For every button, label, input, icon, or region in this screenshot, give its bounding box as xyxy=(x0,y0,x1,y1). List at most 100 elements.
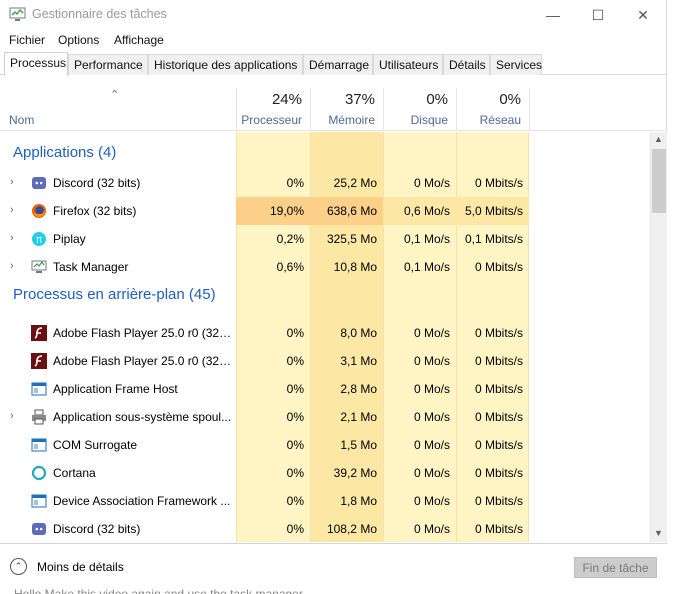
col-mem-header[interactable]: 37% Mémoire xyxy=(310,88,383,131)
tab-historique[interactable]: Historique des applications xyxy=(148,54,303,75)
process-name: Device Association Framework ... xyxy=(53,494,231,508)
menu-options[interactable]: Options xyxy=(58,33,99,47)
net-cell: 5,0 Mbits/s xyxy=(456,197,529,225)
cpu-label: Processeur xyxy=(241,113,302,127)
end-task-button[interactable]: Fin de tâche xyxy=(574,557,657,578)
net-cell: 0 Mbits/s xyxy=(474,326,523,340)
app-window-icon xyxy=(31,493,47,509)
less-details-button[interactable]: ⌃ Moins de détails xyxy=(10,558,124,575)
cpu-cell: 0,6% xyxy=(276,260,304,274)
table-row[interactable]: Application Frame Host 0% 2,8 Mo 0 Mo/s 0 Mb… xyxy=(0,375,650,403)
table-row[interactable]: Device Association Framework ... 0% 1,8 Mo… xyxy=(0,487,650,515)
col-disk-header[interactable]: 0% Disque xyxy=(383,88,456,131)
sort-up-icon: ⌃ xyxy=(110,89,120,101)
table-row[interactable]: › Task Manager 0,6% 10,8 Mo 0,1 Mo/s 0 Mbits/… xyxy=(0,253,650,281)
app-window-icon xyxy=(31,437,47,453)
app-window-icon xyxy=(31,381,47,397)
process-name: Cortana xyxy=(53,466,96,480)
close-icon: ✕ xyxy=(637,6,649,23)
net-cell: 0,1 Mbits/s xyxy=(464,232,523,246)
table-row[interactable]: Adobe Flash Player 25.0 r0 (32 b... 0% 3,1… xyxy=(0,347,650,375)
menu-fichier[interactable]: Fichier xyxy=(9,33,45,47)
chevron-right-icon[interactable]: › xyxy=(10,177,18,188)
disk-cell: 0,1 Mo/s xyxy=(403,232,450,246)
group-header-background[interactable]: Processus en arrière-plan (45) xyxy=(0,281,650,311)
scroll-down-icon[interactable]: ▼ xyxy=(654,528,663,538)
tab-processus[interactable]: Processus xyxy=(4,52,68,76)
table-row[interactable]: Adobe Flash Player 25.0 r0 (32 b... 0% 8,0… xyxy=(0,319,650,347)
group-header-apps[interactable]: Applications (4) xyxy=(0,139,650,169)
table-row[interactable]: › Discord (32 bits) 0% 25,2 Mo 0 Mo/s 0 Mbits… xyxy=(0,169,650,197)
chevron-up-circle-icon: ⌃ xyxy=(10,558,27,575)
mem-cell: 638,6 Mo xyxy=(310,197,383,225)
tab-details[interactable]: Détails xyxy=(443,54,490,75)
mem-cell: 1,5 Mo xyxy=(340,438,377,452)
close-button[interactable]: ✕ xyxy=(620,0,666,30)
minimize-icon: — xyxy=(546,7,560,23)
piplay-icon: π xyxy=(31,231,47,247)
mem-cell: 2,1 Mo xyxy=(340,410,377,424)
task-manager-icon xyxy=(9,7,26,21)
group-title-apps: Applications (4) xyxy=(13,144,117,161)
column-header: ⌃ Nom 24% Processeur 37% Mémoire 0% Disq… xyxy=(0,88,667,131)
tab-bar: Processus Performance Historique des app… xyxy=(0,52,667,76)
table-row[interactable]: › π Piplay 0,2% 325,5 Mo 0,1 Mo/s 0,1 Mbits/s xyxy=(0,225,650,253)
cpu-cell: 0% xyxy=(286,466,304,480)
col-divider xyxy=(529,88,530,131)
col-cpu-header[interactable]: 24% Processeur xyxy=(236,88,310,131)
mem-cell: 39,2 Mo xyxy=(333,466,377,480)
firefox-icon xyxy=(31,203,47,219)
process-list: Applications (4) › Discord (32 bits) 0% 25,… xyxy=(0,132,650,542)
chevron-right-icon[interactable]: › xyxy=(10,411,18,422)
table-row[interactable]: COM Surrogate 0% 1,5 Mo 0 Mo/s 0 Mbits/s xyxy=(0,431,650,459)
tab-utilisateurs[interactable]: Utilisateurs xyxy=(373,54,443,75)
chevron-right-icon[interactable]: › xyxy=(10,205,18,216)
cpu-cell: 0% xyxy=(286,176,304,190)
net-cell: 0 Mbits/s xyxy=(474,522,523,536)
chevron-right-icon[interactable]: › xyxy=(10,261,18,272)
process-name: Discord (32 bits) xyxy=(53,522,141,536)
process-name: Application sous-système spoul... xyxy=(53,410,232,424)
col-name-header[interactable]: Nom xyxy=(9,113,34,127)
cpu-cell: 0% xyxy=(286,354,304,368)
tab-demarrage[interactable]: Démarrage xyxy=(303,54,373,75)
maximize-button[interactable]: ☐ xyxy=(575,0,621,30)
table-row[interactable]: › Application sous-système spoul... 0% 2,1 … xyxy=(0,403,650,431)
flash-icon xyxy=(31,325,47,341)
flash-icon xyxy=(31,353,47,369)
task-manager-window: Gestionnaire des tâches — ☐ ✕ Fichier Op… xyxy=(0,0,667,586)
table-row[interactable]: Discord (32 bits) 0% 108,2 Mo 0 Mo/s 0 Mbits… xyxy=(0,515,650,542)
net-cell: 0 Mbits/s xyxy=(474,410,523,424)
process-name: Application Frame Host xyxy=(53,382,178,396)
process-name: Firefox (32 bits) xyxy=(53,204,137,218)
mem-cell: 325,5 Mo xyxy=(326,232,377,246)
scroll-up-icon[interactable]: ▲ xyxy=(654,134,663,144)
tab-services[interactable]: Services xyxy=(490,54,542,75)
minimize-button[interactable]: — xyxy=(530,0,576,30)
disk-cell: 0,6 Mo/s xyxy=(383,197,456,225)
mem-cell: 2,8 Mo xyxy=(340,382,377,396)
process-name: Piplay xyxy=(53,232,86,246)
table-row[interactable]: Cortana 0% 39,2 Mo 0 Mo/s 0 Mbits/s xyxy=(0,459,650,487)
tab-performance[interactable]: Performance xyxy=(68,54,148,75)
net-cell: 0 Mbits/s xyxy=(474,382,523,396)
menu-bar: Fichier Options Affichage xyxy=(0,30,667,50)
menu-affichage[interactable]: Affichage xyxy=(114,33,164,47)
table-row[interactable]: › Firefox (32 bits) 19,0% 638,6 Mo 0,6 Mo/s 5… xyxy=(0,197,650,225)
maximize-icon: ☐ xyxy=(591,6,605,23)
cpu-cell: 0% xyxy=(286,410,304,424)
vertical-scrollbar[interactable]: ▲ ▼ xyxy=(650,132,667,542)
net-cell: 0 Mbits/s xyxy=(474,438,523,452)
scroll-thumb[interactable] xyxy=(652,149,666,213)
disk-label: Disque xyxy=(410,113,448,127)
col-net-header[interactable]: 0% Réseau xyxy=(456,88,529,131)
cpu-cell: 0% xyxy=(286,438,304,452)
net-label: Réseau xyxy=(479,113,521,127)
chevron-right-icon[interactable]: › xyxy=(10,233,18,244)
title-bar: Gestionnaire des tâches — ☐ ✕ xyxy=(0,0,667,30)
cpu-cell: 0% xyxy=(286,382,304,396)
disk-cell: 0 Mo/s xyxy=(413,438,450,452)
net-cell: 0 Mbits/s xyxy=(474,176,523,190)
disk-cell: 0 Mo/s xyxy=(413,494,450,508)
mem-cell: 1,8 Mo xyxy=(340,494,377,508)
